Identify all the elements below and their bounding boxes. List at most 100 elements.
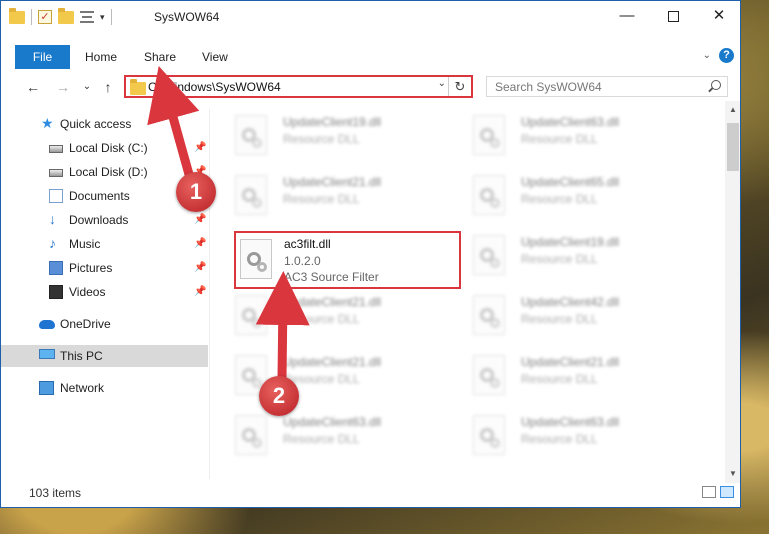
file-item[interactable]: UpdateClient21.dll Resource DLL [223,169,451,223]
minimize-button[interactable]: — [604,1,650,31]
status-bar: 103 items [1,481,740,507]
customize-toolbar-chevron-icon[interactable]: ▾ [100,12,105,23]
onedrive-icon [39,320,55,329]
pin-icon[interactable]: 📌 [194,233,206,255]
file-item[interactable]: UpdateClient19.dll Resource DLL [223,109,451,163]
folder-icon [9,7,25,24]
details-view-icon[interactable] [702,486,716,498]
file-item[interactable]: UpdateClient65.dll Resource DLL [461,169,689,223]
search-input[interactable]: Search SysWOW64 [486,76,728,97]
sidebar-item-network[interactable]: Network [1,377,208,399]
file-description: Resource DLL [283,312,360,326]
address-bar[interactable]: C:\Windows\SysWOW64 ⌄ ↻ [124,75,473,98]
sidebar-item-videos[interactable]: Videos 📌 [1,281,208,303]
file-item[interactable]: UpdateClient21.dll Resource DLL [223,349,451,403]
file-item[interactable]: UpdateClient42.dll Resource DLL [461,289,689,343]
file-name: UpdateClient63.dll [283,415,382,429]
file-name: UpdateClient19.dll [283,115,382,129]
title-bar: ✓ ▾ SysWOW64 — ✕ [1,1,740,33]
sidebar-item-onedrive[interactable]: OneDrive [1,313,208,335]
sidebar-item-label: Local Disk (D:) [69,165,148,179]
tiles-view-icon[interactable] [720,486,734,498]
pin-icon[interactable]: 📌 [194,137,206,159]
tab-view[interactable]: View [202,45,228,69]
dll-file-icon [473,415,505,455]
sidebar-item-this-pc[interactable]: This PC [1,345,208,367]
vertical-scrollbar[interactable]: ▲ ▼ [725,101,740,483]
file-item[interactable]: UpdateClient63.dll Resource DLL [461,109,689,163]
sidebar-item-local-disk-c[interactable]: Local Disk (C:) 📌 [1,137,208,159]
pin-icon[interactable]: 📌 [194,281,206,303]
address-dropdown-icon[interactable]: ⌄ [438,78,446,89]
file-name: UpdateClient63.dll [521,415,620,429]
file-description: Resource DLL [521,432,598,446]
sidebar-item-label: Documents [69,189,130,203]
new-folder-icon[interactable] [58,7,74,24]
file-item-ac3filt-dll[interactable]: ac3filt.dll 1.0.2.0 AC3 Source Filter [234,231,461,289]
help-icon[interactable]: ? [719,48,734,63]
step-1-badge: 1 [176,172,216,212]
file-description: Resource DLL [521,192,598,206]
item-count: 103 items [29,486,82,500]
file-item[interactable]: UpdateClient21.dll Resource DLL [461,349,689,403]
dll-file-icon [235,415,267,455]
file-name: UpdateClient21.dll [283,175,382,189]
recent-locations-button[interactable]: ⌄ [77,77,97,97]
properties-check-icon[interactable]: ✓ [38,10,52,24]
close-button[interactable]: ✕ [696,1,740,31]
file-item[interactable]: UpdateClient19.dll Resource DLL [461,229,689,283]
dll-file-icon [473,355,505,395]
tab-share[interactable]: Share [144,45,176,69]
star-icon: ★ [41,115,54,131]
scroll-down-icon[interactable]: ▼ [725,467,740,481]
sidebar-item-label: Videos [69,285,106,299]
sidebar-item-music[interactable]: ♪ Music 📌 [1,233,208,255]
sidebar-item-label: Pictures [69,261,113,275]
navigation-bar: ← → ⌄ ↑ C:\Windows\SysWOW64 ⌄ ↻ Search S… [1,73,740,101]
sidebar-item-pictures[interactable]: Pictures 📌 [1,257,208,279]
sidebar-item-label: Music [69,237,101,251]
sidebar-item-downloads[interactable]: ↓ Downloads 📌 [1,209,208,231]
dll-file-icon [235,175,267,215]
navigation-pane: ★ Quick access Local Disk (C:) 📌 Local D… [1,109,210,479]
address-path[interactable]: C:\Windows\SysWOW64 [148,80,281,94]
dll-file-icon [235,115,267,155]
sidebar-item-quick-access[interactable]: ★ Quick access [1,113,208,135]
videos-icon [49,285,63,299]
pictures-icon [49,261,63,275]
file-item[interactable]: UpdateClient63.dll Resource DLL [461,409,689,463]
properties-icon[interactable] [80,11,94,23]
pin-icon[interactable]: 📌 [194,209,206,231]
scroll-up-icon[interactable]: ▲ [725,103,740,117]
search-placeholder: Search SysWOW64 [495,80,602,94]
maximize-button[interactable] [650,1,696,31]
file-item[interactable]: UpdateClient63.dll Resource DLL [223,409,451,463]
network-icon [39,381,54,395]
back-button[interactable]: ← [23,77,43,97]
file-list: UpdateClient19.dll Resource DLL UpdateCl… [223,109,723,479]
dll-file-icon [473,115,505,155]
pin-icon[interactable]: 📌 [194,257,206,279]
file-description: Resource DLL [283,132,360,146]
dll-file-icon [235,295,267,335]
search-icon[interactable] [711,80,721,90]
sidebar-item-label: Local Disk (C:) [69,141,148,155]
file-description: Resource DLL [521,252,598,266]
file-name: ac3filt.dll [284,237,331,251]
folder-icon [130,79,146,95]
ribbon-controls: ⌄ ? [703,48,734,63]
refresh-button[interactable]: ↻ [448,77,471,96]
up-button[interactable]: ↑ [98,77,118,97]
tab-file[interactable]: File [15,45,70,69]
tab-home[interactable]: Home [85,45,117,69]
forward-button[interactable]: → [53,77,73,97]
documents-icon [49,189,63,203]
sidebar-item-label: Downloads [69,213,129,227]
expand-ribbon-chevron-icon[interactable]: ⌄ [703,50,711,61]
scroll-thumb[interactable] [727,123,739,171]
file-item[interactable]: UpdateClient21.dll Resource DLL [223,289,451,343]
window-title: SysWOW64 [154,10,220,24]
sidebar-item-local-disk-d[interactable]: Local Disk (D:) 📌 [1,161,208,183]
maximize-icon [667,10,679,22]
file-description: Resource DLL [521,132,598,146]
